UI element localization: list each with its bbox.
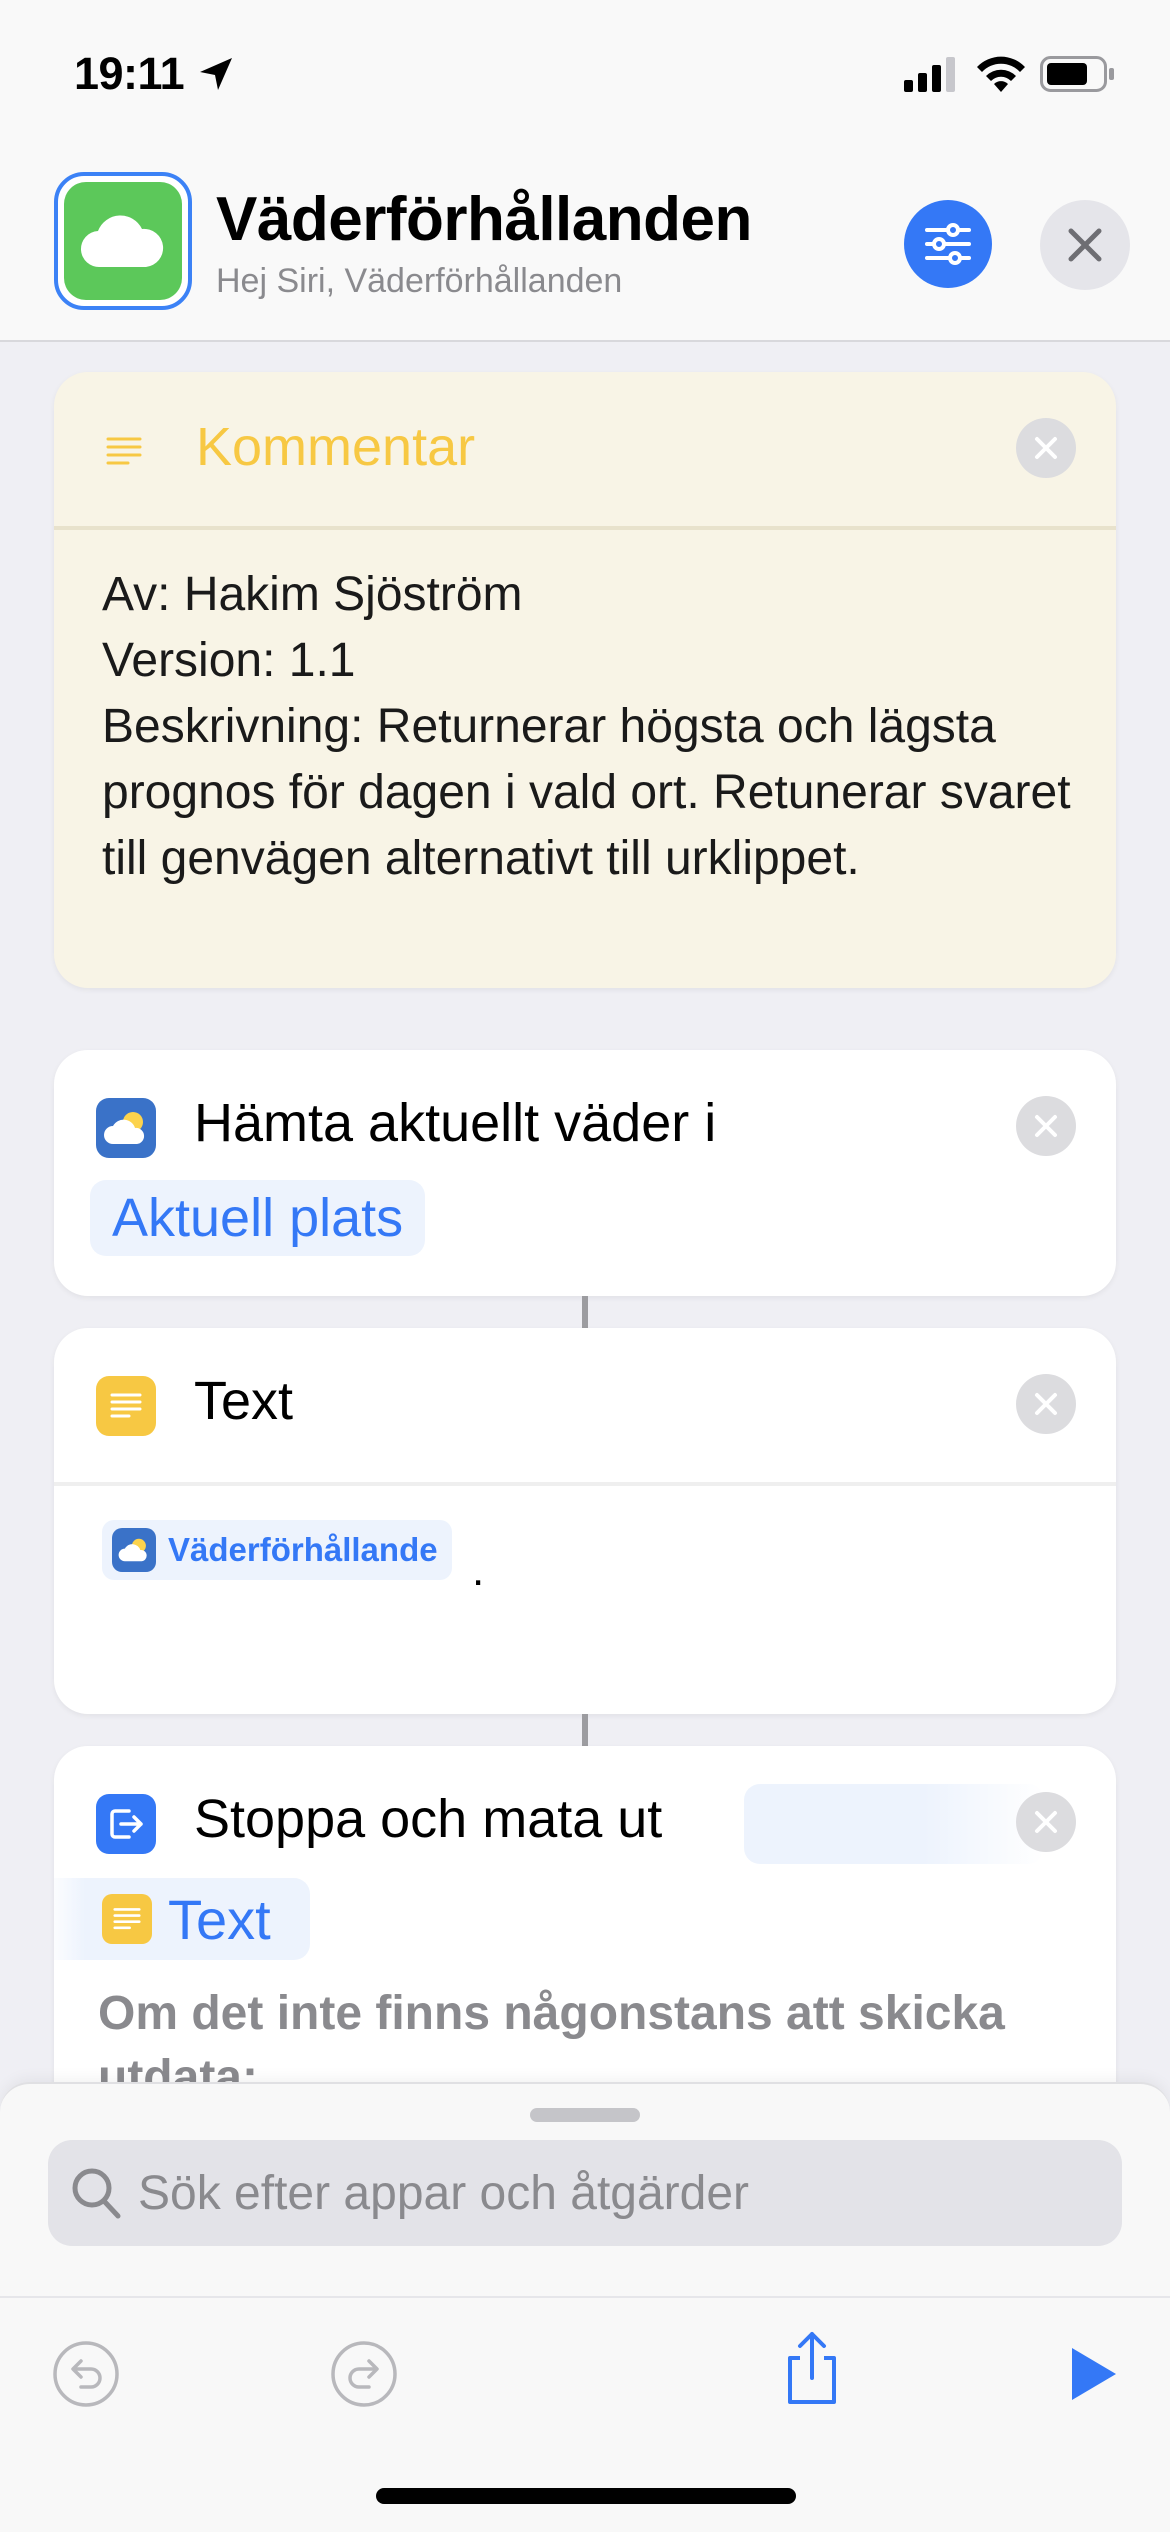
undo-button[interactable] <box>46 2334 126 2414</box>
output-parameter-overflow <box>744 1784 1044 1864</box>
shortcut-icon <box>64 182 182 300</box>
close-icon <box>1035 1811 1057 1833</box>
sliders-icon <box>925 223 971 265</box>
run-button[interactable] <box>1052 2334 1132 2414</box>
text-action-card[interactable]: Text Väderförhållande . <box>54 1328 1116 1714</box>
action-title: Stoppa och mata ut <box>194 1789 663 1849</box>
search-input[interactable] <box>138 2140 1088 2246</box>
output-icon <box>96 1794 156 1854</box>
parameter-label: Text <box>168 1887 271 1951</box>
cloud-icon <box>80 215 164 268</box>
comment-title: Kommentar <box>196 417 476 477</box>
shortcut-icon-button[interactable] <box>54 172 192 310</box>
remove-action-button[interactable] <box>1016 418 1076 478</box>
wifi-icon <box>977 56 1025 92</box>
get-weather-action-card[interactable]: Hämta aktuellt väder i Aktuell plats <box>54 1050 1116 1296</box>
share-button[interactable] <box>772 2328 852 2408</box>
action-title: Hämta aktuellt väder i <box>194 1093 717 1153</box>
action-connector <box>582 1296 588 1328</box>
comment-line: Av: Hakim Sjöström <box>102 568 523 621</box>
action-title: Text <box>194 1371 294 1431</box>
status-time: 19:11 <box>74 48 185 99</box>
location-parameter[interactable]: Aktuell plats <box>90 1180 426 1256</box>
siri-phrase: Hej Siri, Väderförhållanden <box>216 262 623 300</box>
close-icon <box>1035 1393 1057 1415</box>
divider <box>54 526 1116 530</box>
text-icon <box>102 1894 152 1944</box>
variable-token[interactable]: Väderförhållande <box>102 1520 452 1580</box>
status-bar: 19:11 <box>0 0 1170 150</box>
cellular-signal-icon <box>904 57 955 92</box>
redo-button[interactable] <box>324 2334 404 2414</box>
sheet-grabber[interactable] <box>530 2108 640 2122</box>
search-icon <box>72 2168 121 2219</box>
search-bar[interactable] <box>48 2140 1122 2246</box>
output-parameter[interactable]: Text <box>54 1878 310 1960</box>
shortcut-title[interactable]: Väderförhållanden <box>216 184 752 255</box>
comment-line: Version: 1.1 <box>102 634 356 687</box>
action-connector <box>582 1714 588 1746</box>
weather-icon <box>112 1528 156 1572</box>
shortcut-header: Väderförhållanden Hej Siri, Väderförhåll… <box>0 150 1170 342</box>
weather-icon <box>96 1098 156 1158</box>
text-icon <box>96 1376 156 1436</box>
redo-icon <box>331 2341 397 2407</box>
close-button[interactable] <box>1040 200 1130 290</box>
comment-lines-icon <box>106 437 142 465</box>
play-icon <box>1072 2348 1116 2400</box>
comment-text[interactable]: Av: Hakim Sjöström Version: 1.1 Beskrivn… <box>102 562 1082 892</box>
comment-action-card[interactable]: Kommentar Av: Hakim Sjöström Version: 1.… <box>54 372 1116 988</box>
battery-icon <box>1040 56 1114 92</box>
comment-line: Beskrivning: Returnerar högsta och lägst… <box>102 700 1071 885</box>
divider <box>54 1482 1116 1486</box>
remove-action-button[interactable] <box>1016 1096 1076 1156</box>
undo-icon <box>53 2341 119 2407</box>
close-icon <box>1035 437 1057 459</box>
location-arrow-icon <box>200 58 232 90</box>
variable-label: Väderförhållande <box>168 1531 438 1568</box>
text-suffix: . <box>472 1546 485 1595</box>
settings-button[interactable] <box>904 200 992 288</box>
remove-action-button[interactable] <box>1016 1792 1076 1852</box>
close-icon <box>1035 1115 1057 1137</box>
share-icon <box>788 2332 836 2404</box>
home-indicator <box>376 2488 796 2504</box>
close-icon <box>1068 228 1102 262</box>
remove-action-button[interactable] <box>1016 1374 1076 1434</box>
